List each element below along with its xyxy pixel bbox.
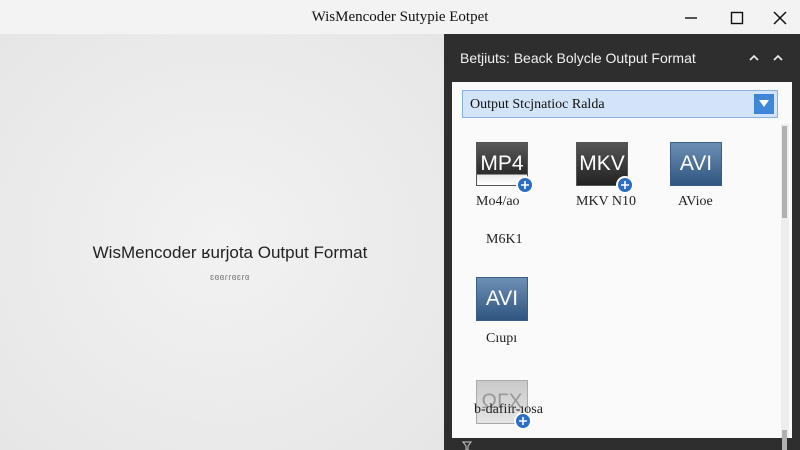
- main-subheading: ɛɞɞɾɾɞɛɾɞ: [209, 272, 250, 282]
- scrollbar-thumb[interactable]: [782, 126, 787, 218]
- format-label-avi-2: Cıupı: [486, 331, 518, 346]
- panel-title: Betjiuts: Beack Bolycle Output Format: [460, 50, 696, 66]
- chevron-up-icon: [773, 54, 783, 61]
- format-label-avi: AVioe: [678, 194, 713, 209]
- filter-icon[interactable]: [462, 438, 472, 450]
- format-list: Output Stcjnatioc Ralda MP4 Mo4/ao MKV M…: [452, 82, 792, 450]
- avi-format-icon: AVI: [476, 277, 528, 321]
- dropdown-selected-value: Output Stcjnatioc Ralda: [470, 97, 605, 112]
- minimize-button[interactable]: [671, 4, 711, 32]
- collapse-button[interactable]: [744, 48, 764, 68]
- maximize-icon: [730, 11, 744, 25]
- main-content-area: WisMencoder ʁurjota Output Format ɛɞɞɾɾɞ…: [0, 34, 444, 450]
- output-format-dropdown[interactable]: Output Stcjnatioc Ralda: [462, 90, 778, 118]
- close-button[interactable]: [760, 4, 800, 32]
- format-label-faded: b-dafiir-ıosa: [474, 402, 543, 417]
- scrollbar[interactable]: [781, 124, 789, 450]
- format-label-mp4: Mo4/ao: [476, 194, 520, 209]
- scrollbar-thumb-lower[interactable]: [782, 430, 787, 450]
- chevron-up-icon: [749, 54, 759, 61]
- plus-circle-icon[interactable]: [516, 176, 534, 194]
- output-format-panel: Betjiuts: Beack Bolycle Output Format Ou…: [444, 34, 800, 450]
- maximize-button[interactable]: [717, 4, 757, 32]
- minimize-icon: [685, 17, 697, 19]
- title-bar: WisMencoder Sutypie Eotpet: [0, 0, 800, 34]
- collapse-all-button[interactable]: [768, 48, 788, 68]
- close-icon: [773, 11, 787, 25]
- format-label-m6k1[interactable]: M6K1: [486, 232, 523, 248]
- format-label-mkv: MKV N10: [576, 194, 637, 209]
- dropdown-toggle[interactable]: [754, 94, 774, 114]
- plus-circle-icon[interactable]: [616, 176, 634, 194]
- main-heading: WisMencoder ʁurjota Output Format: [92, 243, 368, 262]
- panel-header: Betjiuts: Beack Bolycle Output Format: [444, 34, 800, 82]
- chevron-down-icon: [759, 100, 769, 107]
- avi-format-icon: AVI: [670, 142, 722, 186]
